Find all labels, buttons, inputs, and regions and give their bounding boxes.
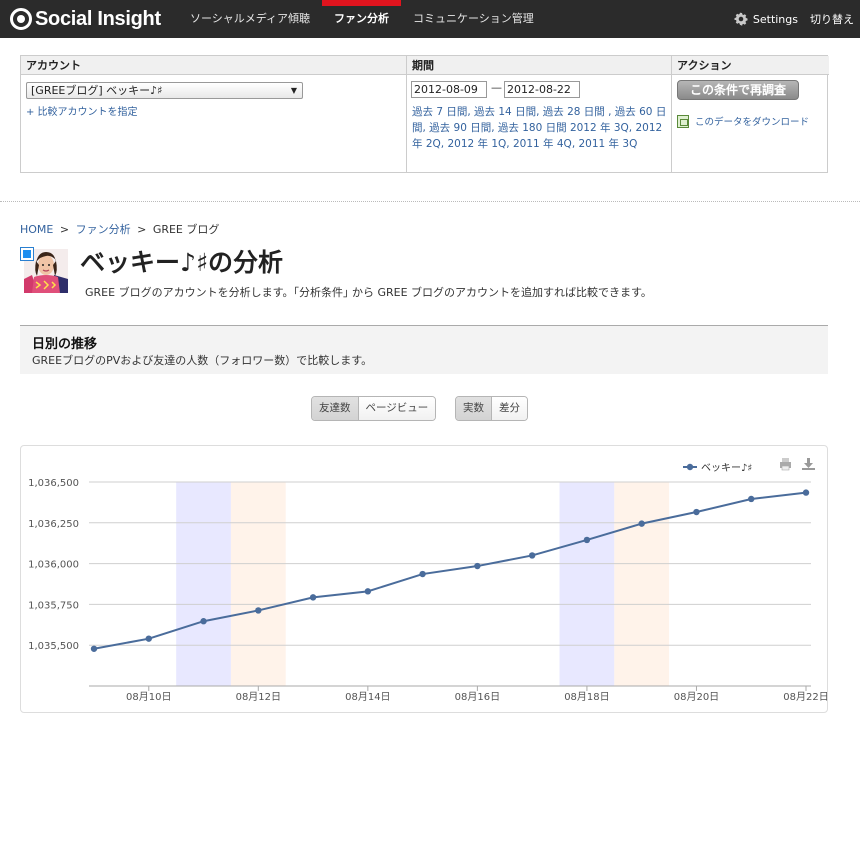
y-tick-label: 1,036,000 <box>28 560 79 571</box>
account-select-value: [GREEブログ] ベッキー♪♯ <box>31 84 163 97</box>
x-tick-label: 08月16日 <box>455 691 500 703</box>
settings-link[interactable]: Settings <box>753 13 798 26</box>
y-tick-label: 1,035,750 <box>28 600 79 611</box>
account-header: アカウント <box>21 56 406 75</box>
logo-icon <box>10 8 32 30</box>
logo[interactable]: Social Insight <box>10 7 161 31</box>
toggle-pageviews[interactable]: ページビュー <box>357 397 436 420</box>
breadcrumb-separator: > <box>59 223 70 236</box>
x-tick-label: 08月14日 <box>345 691 390 703</box>
page-description: GREE ブログのアカウントを分析します。｢分析条件｣ から GREE ブログの… <box>85 286 652 299</box>
weekend-band-sunday <box>614 482 670 686</box>
period-header: 期間 <box>407 56 671 75</box>
breadcrumb: HOME > ファン分析 > GREE ブログ <box>20 221 219 237</box>
account-badge-icon <box>20 247 34 261</box>
weekend-band-saturday <box>176 482 231 686</box>
section-description: GREEブログのPVおよび友達の人数（フォロワー数）で比較します。 <box>32 354 373 367</box>
date-to-input[interactable]: 2012-08-22 <box>504 81 580 98</box>
data-point[interactable] <box>748 495 755 503</box>
weekend-band-sunday <box>230 482 286 686</box>
breadcrumb-current: GREE ブログ <box>152 223 220 236</box>
period-column: 期間 2012-08-09 — 2012-08-22 過去 7 日間, 過去 1… <box>407 56 672 172</box>
data-point[interactable] <box>638 520 645 527</box>
download-data-link[interactable]: このデータをダウンロード <box>677 114 809 128</box>
date-range-dash: — <box>491 81 502 94</box>
breadcrumb-home[interactable]: HOME <box>20 223 53 236</box>
nav-item-fan-analysis[interactable]: ファン分析 <box>322 0 402 38</box>
legend-label[interactable]: ベッキー♪♯ <box>701 462 752 474</box>
metric-toggle-group: 友達数 ページビュー <box>311 396 437 421</box>
data-point[interactable] <box>528 552 536 559</box>
print-icon[interactable] <box>780 458 791 471</box>
x-tick-label: 08月18日 <box>564 691 609 703</box>
chart-svg: 1,035,500 1,035,750 1,036,000 1,036,250 1,03… <box>28 458 827 703</box>
data-point[interactable] <box>583 536 591 544</box>
weekend-band-saturday <box>559 482 615 686</box>
daily-trend-section-header: 日別の推移 GREEブログのPVおよび友達の人数（フォロワー数）で比較します。 <box>20 325 828 374</box>
x-tick-label: 08月12日 <box>236 691 281 703</box>
page-title: ベッキー♪♯の分析 <box>80 248 284 277</box>
dropdown-arrow-icon: ▼ <box>290 86 297 95</box>
data-point[interactable] <box>364 588 372 595</box>
data-point[interactable] <box>90 645 98 652</box>
spreadsheet-icon <box>677 114 689 128</box>
y-tick-label: 1,036,250 <box>28 519 79 530</box>
toggle-absolute[interactable]: 実数 <box>456 397 491 420</box>
data-point[interactable] <box>693 508 700 516</box>
daily-trend-chart: 1,035,500 1,035,750 1,036,000 1,036,250 1,03… <box>20 445 828 713</box>
toggle-friends[interactable]: 友達数 <box>312 397 358 420</box>
x-tick-label: 08月22日 <box>783 691 827 703</box>
data-point[interactable] <box>309 594 317 601</box>
x-tick-label: 08月20日 <box>674 691 719 703</box>
nav-item-communication[interactable]: コミュニケーション管理 <box>401 0 546 38</box>
add-compare-account-link[interactable]: + 比較アカウントを指定 <box>26 103 138 118</box>
rerun-analysis-button[interactable]: この条件で再調査 <box>677 80 799 100</box>
gear-icon[interactable] <box>734 12 748 26</box>
breadcrumb-fan-analysis[interactable]: ファン分析 <box>76 223 131 236</box>
data-point[interactable] <box>474 562 481 570</box>
logo-text: Social Insight <box>35 7 161 30</box>
x-tick-label: 08月10日 <box>126 691 171 703</box>
action-column: アクション この条件で再調査 このデータをダウンロード <box>672 56 829 172</box>
section-divider <box>0 201 860 202</box>
top-navigation-bar: Social Insight ソーシャルメディア傾聴 ファン分析 コミュニケーシ… <box>0 0 860 38</box>
main-nav: ソーシャルメディア傾聴 ファン分析 コミュニケーション管理 <box>178 0 546 38</box>
y-tick-label: 1,035,500 <box>28 641 79 652</box>
data-point[interactable] <box>145 635 152 642</box>
date-from-input[interactable]: 2012-08-09 <box>411 81 487 98</box>
nav-item-social-listening[interactable]: ソーシャルメディア傾聴 <box>178 0 322 38</box>
action-header: アクション <box>672 56 829 75</box>
data-point[interactable] <box>419 570 426 578</box>
data-point[interactable] <box>802 489 810 496</box>
mode-toggle-group: 実数 差分 <box>455 396 528 421</box>
data-point[interactable] <box>255 607 262 614</box>
breadcrumb-separator: > <box>137 223 147 236</box>
switch-link[interactable]: 切り替え <box>810 11 854 27</box>
account-column: アカウント [GREEブログ] ベッキー♪♯ ▼ + 比較アカウントを指定 <box>21 56 407 172</box>
data-point[interactable] <box>200 618 207 625</box>
header-right: Settings 切り替え <box>734 0 854 38</box>
toggle-difference[interactable]: 差分 <box>491 397 527 420</box>
analysis-conditions-panel: アカウント [GREEブログ] ベッキー♪♯ ▼ + 比較アカウントを指定 期間… <box>20 55 829 173</box>
download-chart-icon[interactable] <box>802 458 815 470</box>
section-title: 日別の推移 <box>32 337 98 352</box>
y-tick-label: 1,036,500 <box>28 478 79 489</box>
download-link-label: このデータをダウンロード <box>695 117 810 128</box>
account-select[interactable]: [GREEブログ] ベッキー♪♯ ▼ <box>26 82 303 99</box>
preset-period-links[interactable]: 過去 7 日間, 過去 14 日間, 過去 28 日間 , 過去 60 日間, … <box>412 104 670 152</box>
legend-marker <box>686 463 694 471</box>
